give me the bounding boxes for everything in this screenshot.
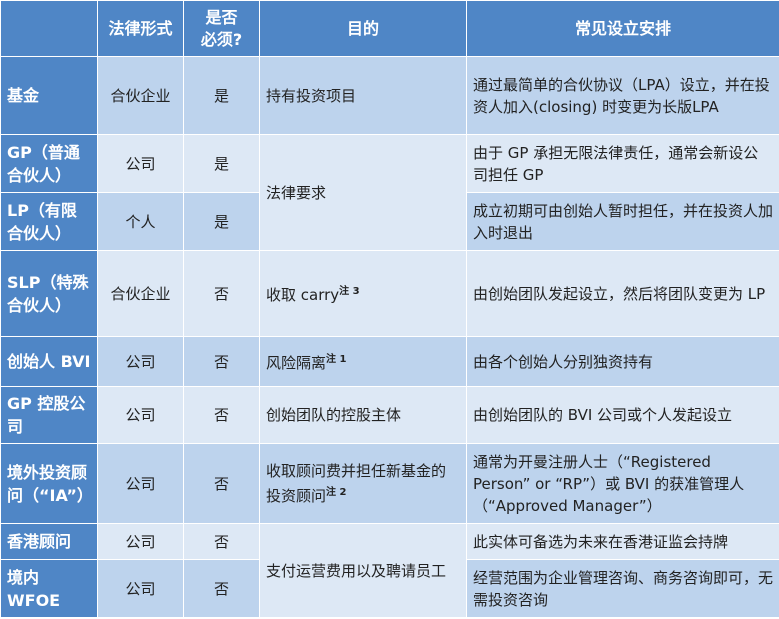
row-arrangement: 由创始团队的 BVI 公司或个人发起设立 [466,386,779,444]
row-purpose: 风险隔离注 1 [259,336,467,387]
row-legal-form: 公司 [97,523,184,560]
row-required: 否 [183,336,260,387]
row-arrangement: 成立初期可由创始人暂时担任，并在投资人加入时退出 [466,192,779,251]
footnote-marker: 注 2 [326,487,347,498]
table-row: GP（普通合伙人） 公司 是 法律要求 由于 GP 承担无限法律责任，通常会新设… [0,134,779,251]
row-required: 否 [183,523,260,560]
header-row: 法律形式 是否必须? 目的 常见设立安排 [0,0,779,57]
row-purpose: 收取顾问费并担任新基金的投资顾问注 2 [259,443,467,524]
purpose-text: 风险隔离 [266,354,327,372]
row-required: 否 [183,443,260,524]
row-entity: 香港顾问 [0,523,98,560]
purpose-text: 收取顾问费并担任新基金的投资顾问 [266,462,447,505]
row-legal-form: 合伙企业 [97,56,184,135]
table-row: 基金 合伙企业 是 持有投资项目 通过最简单的合伙协议（LPA）设立，并在投资人… [0,56,779,135]
table-row: SLP（特殊合伙人） 合伙企业 否 收取 carry注 3 由创始团队发起设立，… [0,250,779,337]
table-row: 境外投资顾问（“IA”） 公司 否 收取顾问费并担任新基金的投资顾问注 2 通常… [0,443,779,524]
row-purpose: 支付运营费用以及聘请员工 [259,523,467,618]
row-arrangement: 通常为开曼注册人士（“Registered Person” or “RP”）或 … [466,443,779,524]
row-entity: GP 控股公司 [0,386,98,444]
table-row: 创始人 BVI 公司 否 风险隔离注 1 由各个创始人分别独资持有 [0,336,779,387]
fund-structure-table: 法律形式 是否必须? 目的 常见设立安排 基金 合伙企业 是 持有投资项目 通过… [0,0,779,618]
row-required: 否 [183,386,260,444]
purpose-text: 法律要求 [266,183,327,202]
row-legal-form: 公司 [97,336,184,387]
row-required: 否 [183,559,260,618]
row-arrangement: 由于 GP 承担无限法律责任，通常会新设公司担任 GP [466,134,779,193]
row-legal-form: 公司 [97,134,184,193]
header-arrangement: 常见设立安排 [466,0,779,57]
row-legal-form: 合伙企业 [97,250,184,337]
header-required: 是否必须? [183,0,260,57]
row-entity: LP（有限合伙人） [0,192,98,251]
row-required: 是 [183,56,260,135]
row-entity: 境外投资顾问（“IA”） [0,443,98,524]
purpose-text: 创始团队的控股主体 [266,406,402,424]
row-purpose: 持有投资项目 [259,56,467,135]
row-entity: 基金 [0,56,98,135]
row-required: 是 [183,192,260,251]
purpose-text: 支付运营费用以及聘请员工 [266,561,447,580]
row-legal-form: 公司 [97,559,184,618]
row-required: 是 [183,134,260,193]
row-arrangement: 此实体可备选为未来在香港证监会持牌 [466,523,779,560]
row-required: 否 [183,250,260,337]
row-legal-form: 个人 [97,192,184,251]
header-entity [0,0,98,57]
row-purpose: 法律要求 [259,134,467,251]
purpose-text: 持有投资项目 [266,86,357,105]
purpose-text: 收取 carry [266,286,340,304]
row-arrangement: 由创始团队发起设立，然后将团队变更为 LP [466,250,779,337]
row-purpose: 创始团队的控股主体 [259,386,467,444]
header-legal-form: 法律形式 [97,0,184,57]
table-row: 香港顾问 公司 否 支付运营费用以及聘请员工 此实体可备选为未来在香港证监会持牌 [0,523,779,618]
row-arrangement: 通过最简单的合伙协议（LPA）设立，并在投资人加入(closing) 时变更为长… [466,56,779,135]
footnote-marker: 注 1 [326,354,347,365]
row-arrangement: 由各个创始人分别独资持有 [466,336,779,387]
row-legal-form: 公司 [97,443,184,524]
row-legal-form: 公司 [97,386,184,444]
row-entity: 境内 WFOE [0,559,98,618]
header-purpose: 目的 [259,0,467,57]
row-entity: GP（普通合伙人） [0,134,98,193]
row-entity: SLP（特殊合伙人） [0,250,98,337]
row-purpose: 收取 carry注 3 [259,250,467,337]
footnote-marker: 注 3 [339,286,360,297]
table-row: GP 控股公司 公司 否 创始团队的控股主体 由创始团队的 BVI 公司或个人发… [0,386,779,444]
row-arrangement: 经营范围为企业管理咨询、商务咨询即可，无需投资咨询 [466,559,779,618]
row-entity: 创始人 BVI [0,336,98,387]
